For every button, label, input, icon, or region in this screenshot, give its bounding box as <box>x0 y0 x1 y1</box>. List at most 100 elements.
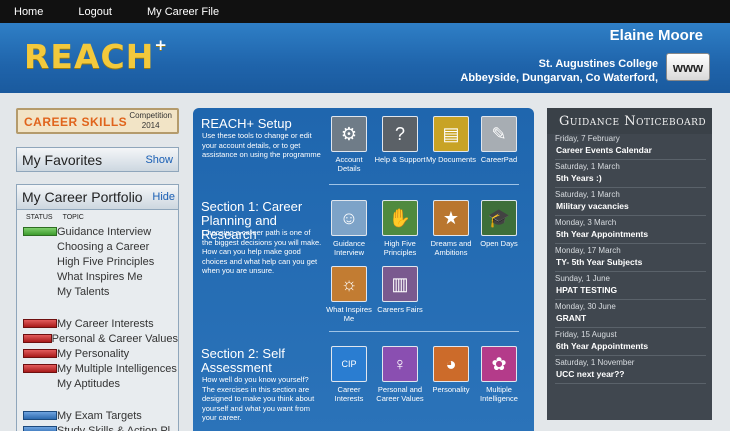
portfolio-item-label: Choosing a Career <box>57 240 150 253</box>
notice-headline[interactable]: 5th Year Appointments <box>556 228 712 240</box>
nav-home-link[interactable]: Home <box>14 6 43 18</box>
notice-list: Friday, 7 February Career Events Calendar… <box>547 134 712 384</box>
notice-date: Saturday, 1 March <box>555 190 620 199</box>
tool-personality[interactable]: ◕ Personality <box>425 346 477 394</box>
portfolio-item-label: What Inspires Me <box>57 270 143 283</box>
portfolio-item-label: My Talents <box>57 285 110 298</box>
tool-dreams[interactable]: ★ Dreams and Ambitions <box>425 200 477 257</box>
user-name: Elaine Moore <box>609 27 703 44</box>
tool-interview[interactable]: ☺ Guidance Interview <box>323 200 375 257</box>
portfolio-item[interactable]: My Exam Targets <box>17 408 178 423</box>
portfolio-item-label: Guidance Interview <box>57 225 152 238</box>
portfolio-item[interactable]: My Multiple Intelligences <box>17 361 178 376</box>
tool-graduate[interactable]: 🎓 Open Days <box>473 200 525 248</box>
tool-intelligence[interactable]: ✿ Multiple Intelligence <box>473 346 525 403</box>
tool-label: Dreams and Ambitions <box>430 239 472 257</box>
status-indicator <box>23 227 57 236</box>
career-skills-banner[interactable]: CAREER SKILLS Competition 2014 <box>16 108 179 134</box>
notice-date: Friday, 7 February <box>555 134 620 143</box>
competition-label: Competition 2014 <box>129 111 172 131</box>
favorites-show-link[interactable]: Show <box>145 154 173 166</box>
notice-date: Friday, 15 August <box>555 330 617 339</box>
portfolio-item[interactable]: Personal & Career Values <box>17 331 178 346</box>
tool-hand[interactable]: ✋ High Five Principles <box>374 200 426 257</box>
tool-gear[interactable]: ⚙ Account Details <box>323 116 375 173</box>
tool-values[interactable]: ♀ Personal and Career Values <box>374 346 426 403</box>
notice-headline[interactable]: TY- 5th Year Subjects <box>556 256 712 268</box>
documents-icon: ▤ <box>433 116 469 152</box>
notice-separator <box>555 271 706 272</box>
notice-headline[interactable]: 5th Years :) <box>556 172 712 184</box>
favorites-panel: My Favorites Show <box>16 147 179 172</box>
tool-cip[interactable]: CIP Career Interests <box>323 346 375 403</box>
notice-item[interactable]: Saturday, 1 March 5th Years :) <box>547 162 712 188</box>
portfolio-item-label: Personal & Career Values <box>51 332 178 345</box>
nav-logout-link[interactable]: Logout <box>78 6 112 18</box>
notice-separator <box>555 327 706 328</box>
noticeboard-title: Guidance Noticeboard <box>547 108 712 134</box>
portfolio-item[interactable]: Study Skills & Action Pl <box>17 423 178 431</box>
notice-headline[interactable]: UCC next year?? <box>556 368 712 380</box>
notice-item[interactable]: Friday, 7 February Career Events Calendar <box>547 134 712 160</box>
portfolio-item[interactable]: My Personality <box>17 346 178 361</box>
portfolio-group-3: My Exam Targets Study Skills & Action Pl <box>17 408 178 431</box>
portfolio-item[interactable]: Choosing a Career <box>17 239 178 254</box>
portfolio-item[interactable]: High Five Principles <box>17 254 178 269</box>
portfolio-item-label: My Exam Targets <box>57 409 142 422</box>
notice-item[interactable]: Saturday, 1 November UCC next year?? <box>547 358 712 384</box>
tool-question[interactable]: ? Help & Support <box>374 116 426 164</box>
status-indicator <box>23 364 57 373</box>
portfolio-item-label: My Multiple Intelligences <box>57 362 177 375</box>
tool-notepad[interactable]: ✎ CareerPad <box>473 116 525 164</box>
tool-books[interactable]: ▥ Careers Fairs <box>374 266 426 314</box>
career-portfolio-panel: My Career Portfolio Hide STATUS TOPIC Gu… <box>16 184 179 431</box>
notice-headline[interactable]: HPAT TESTING <box>556 284 712 296</box>
notice-date: Monday, 30 June <box>555 302 616 311</box>
status-column-header: STATUS <box>26 213 53 221</box>
notice-headline[interactable]: GRANT <box>556 312 712 324</box>
notice-headline[interactable]: 6th Year Appointments <box>556 340 712 352</box>
notice-separator <box>555 187 706 188</box>
portfolio-item[interactable]: Guidance Interview <box>17 224 178 239</box>
values-icon: ♀ <box>382 346 418 382</box>
setup-title: REACH+ Setup <box>201 116 292 131</box>
notice-headline[interactable]: Military vacancies <box>556 200 712 212</box>
notice-headline[interactable]: Career Events Calendar <box>556 144 712 156</box>
notice-date: Saturday, 1 March <box>555 162 620 171</box>
status-indicator <box>23 257 57 266</box>
logo-plus: + <box>154 36 168 54</box>
reach-logo[interactable]: REACH+ <box>24 36 168 76</box>
www-button[interactable]: www <box>666 53 710 81</box>
portfolio-columns: STATUS TOPIC <box>17 210 178 224</box>
notice-date: Saturday, 1 November <box>555 358 635 367</box>
portfolio-item[interactable]: My Aptitudes <box>17 376 178 391</box>
notice-item[interactable]: Monday, 30 June GRANT <box>547 302 712 328</box>
status-indicator <box>23 411 57 420</box>
notice-separator <box>555 299 706 300</box>
tool-label: My Documents <box>425 155 476 164</box>
notice-item[interactable]: Saturday, 1 March Military vacancies <box>547 190 712 216</box>
portfolio-item[interactable]: My Talents <box>17 284 178 299</box>
portfolio-hide-link[interactable]: Hide <box>152 191 175 203</box>
notice-item[interactable]: Monday, 3 March 5th Year Appointments <box>547 218 712 244</box>
books-icon: ▥ <box>382 266 418 302</box>
portfolio-item-label: My Career Interests <box>57 317 154 330</box>
status-indicator <box>23 334 52 343</box>
portfolio-group-2: My Career Interests Personal & Career Val… <box>17 316 178 391</box>
notice-item[interactable]: Friday, 15 August 6th Year Appointments <box>547 330 712 356</box>
portfolio-item-label: My Aptitudes <box>57 377 120 390</box>
notice-item[interactable]: Monday, 17 March TY- 5th Year Subjects <box>547 246 712 272</box>
tool-inspire[interactable]: ☼ What Inspires Me <box>323 266 375 323</box>
portfolio-item[interactable]: What Inspires Me <box>17 269 178 284</box>
nav-career-file-link[interactable]: My Career File <box>147 6 219 18</box>
portfolio-item-label: My Personality <box>57 347 130 360</box>
tool-documents[interactable]: ▤ My Documents <box>425 116 477 164</box>
notice-item[interactable]: Sunday, 1 June HPAT TESTING <box>547 274 712 300</box>
portfolio-item[interactable]: My Career Interests <box>17 316 178 331</box>
status-indicator <box>23 242 57 251</box>
intelligence-icon: ✿ <box>481 346 517 382</box>
divider <box>329 184 519 185</box>
hand-icon: ✋ <box>382 200 418 236</box>
competition-year: 2014 <box>141 121 160 130</box>
notice-separator <box>555 383 706 384</box>
